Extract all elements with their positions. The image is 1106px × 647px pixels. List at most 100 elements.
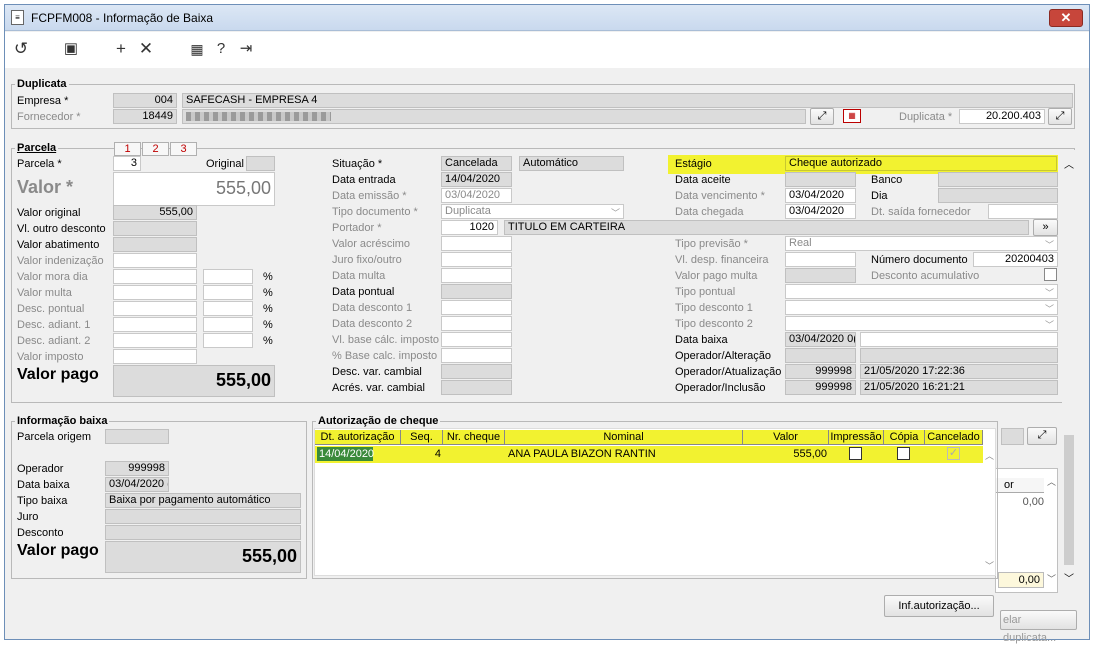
data-desconto1-value[interactable] (441, 300, 512, 315)
behind-lookup-button[interactable]: ⤢ (1027, 427, 1057, 445)
col-header-nominal[interactable]: Nominal (505, 430, 743, 445)
fornecedor-code[interactable]: 18449 (113, 109, 177, 124)
data-aceite-label: Data aceite (675, 174, 731, 186)
data-vencimento-value[interactable]: 03/04/2020 (785, 188, 856, 203)
tab-parcela-3[interactable]: 3 (170, 142, 197, 156)
more-icon: » (1042, 221, 1049, 233)
close-window-button[interactable]: ✕ (1049, 9, 1083, 27)
tipo-previsao-select[interactable]: Real ﹀ (785, 236, 1058, 251)
col-label: Nominal (603, 431, 644, 443)
scroll-thumb[interactable] (1064, 435, 1074, 565)
portador-code[interactable]: 1020 (441, 220, 498, 235)
desc-adiant2-pct[interactable] (203, 333, 253, 348)
behind-panel: or 0,00 0,00 ︿ ﹀ (995, 468, 1058, 593)
col-header-impressao[interactable]: Impressão (829, 430, 884, 445)
desc-adiant1-pct[interactable] (203, 317, 253, 332)
save-icon[interactable]: ▣ (61, 40, 81, 58)
duplicata-value[interactable]: 20.200.403 (959, 109, 1045, 124)
scroll-up-icon[interactable]: ︿ (1064, 156, 1074, 171)
col-header-nr-cheque[interactable]: Nr. cheque (443, 430, 505, 445)
calendar-icon[interactable]: ▦ (187, 40, 207, 58)
cancelar-duplicata-button[interactable]: elar duplicata... (1000, 610, 1077, 644)
calendar-red-icon[interactable]: ▦ (843, 109, 861, 123)
duplicata-lookup-button[interactable]: ⤢ (1048, 108, 1072, 125)
data-chegada-value[interactable]: 03/04/2020 (785, 204, 856, 219)
tab-parcela-2[interactable]: 2 (142, 142, 169, 156)
parcela-value[interactable]: 3 (113, 156, 141, 171)
data-entrada-label: Data entrada (332, 174, 396, 186)
scroll-down-icon[interactable]: ﹀ (1064, 570, 1074, 585)
undo-icon[interactable]: ↺ (11, 40, 31, 58)
inf-autorizacao-button[interactable]: Inf.autorização... (884, 595, 994, 617)
desconto-label: Desconto (17, 527, 64, 539)
behind-scroll-up-icon[interactable]: ︿ (1047, 475, 1056, 488)
valor-value[interactable]: 555,00 (113, 172, 275, 206)
fornecedor-lookup-button[interactable]: ⤢ (810, 108, 834, 125)
valor-mora-dia-pct[interactable] (203, 269, 253, 284)
tipo-documento-value: Duplicata (445, 205, 491, 217)
close-icon[interactable]: ✕ (136, 40, 156, 58)
cell-dt-autorizacao[interactable]: 14/04/2020 (317, 447, 374, 461)
pct-base-calc-value[interactable] (441, 348, 512, 363)
valor-multa-label: Valor multa (17, 287, 72, 299)
tipo-desconto2-label: Tipo desconto 2 (675, 318, 753, 330)
form-scrollbar[interactable]: ︿ ﹀ (1062, 150, 1076, 590)
chevron-down-icon: ﹀ (1044, 288, 1054, 298)
tab-parcela-1[interactable]: 1 (114, 142, 141, 156)
vl-desp-financeira-value[interactable] (785, 252, 856, 267)
valor-multa-value[interactable] (113, 285, 197, 300)
help-icon[interactable]: ? (211, 40, 231, 58)
original-value (246, 156, 275, 171)
col-header-cancelado[interactable]: Cancelado (925, 430, 983, 445)
copia-checkbox[interactable] (897, 447, 910, 460)
impressao-checkbox[interactable] (849, 447, 862, 460)
vl-desp-financeira-label: Vl. desp. financeira (675, 254, 769, 266)
tipo-pontual-select[interactable]: ﹀ (785, 284, 1058, 299)
behind-scroll-down-icon[interactable]: ﹀ (1047, 572, 1056, 585)
col-header-seq[interactable]: Seq. (401, 430, 443, 445)
desc-adiant1-value[interactable] (113, 317, 197, 332)
exit-icon[interactable]: ⇥ (236, 40, 256, 58)
data-multa-value[interactable] (441, 268, 512, 283)
desc-pontual-pct[interactable] (203, 301, 253, 316)
vl-base-calc-value[interactable] (441, 332, 512, 347)
dia-label: Dia (871, 190, 888, 202)
valor-imposto-value[interactable] (113, 349, 197, 364)
valor-indenizacao-value[interactable] (113, 253, 197, 268)
acres-var-cambial-value (441, 380, 512, 395)
dt-saida-fornecedor-label: Dt. saída fornecedor (871, 206, 971, 218)
col-header-copia[interactable]: Cópia (884, 430, 925, 445)
desc-adiant2-value[interactable] (113, 333, 197, 348)
valor-multa-pct[interactable] (203, 285, 253, 300)
table-scroll-down-icon[interactable]: ﹀ (985, 559, 994, 572)
valor-mora-dia-value[interactable] (113, 269, 197, 284)
col-label: Impressão (830, 431, 882, 443)
valor-acrescimo-value[interactable] (441, 236, 512, 251)
behind-field (1001, 428, 1024, 445)
juro-fixo-value[interactable] (441, 252, 512, 267)
dt-saida-fornecedor-value[interactable] (988, 204, 1058, 219)
parcela-origem-value (105, 429, 169, 444)
empresa-label: Empresa * (17, 95, 69, 107)
col-header-dt-autorizacao[interactable]: Dt. autorização (315, 430, 401, 445)
numero-documento-value[interactable]: 20200403 (973, 252, 1058, 267)
table-row[interactable]: 14/04/2020 4 ANA PAULA BIAZON RANTIN 555… (315, 446, 983, 463)
plus-icon[interactable]: + (111, 40, 131, 58)
desc-pontual-value[interactable] (113, 301, 197, 316)
operador-alteracao-code (785, 348, 856, 363)
desconto-acumulativo-checkbox[interactable] (1044, 268, 1057, 281)
data-emissao-value[interactable]: 03/04/2020 (441, 188, 512, 203)
tipo-desconto2-select[interactable]: ﹀ (785, 316, 1058, 331)
tipo-desconto1-select[interactable]: ﹀ (785, 300, 1058, 315)
valor-label: Valor * (17, 177, 74, 197)
vl-outro-desconto-value (113, 221, 197, 236)
data-desconto2-value[interactable] (441, 316, 512, 331)
col-header-valor[interactable]: Valor (743, 430, 829, 445)
tipo-documento-select[interactable]: Duplicata ﹀ (441, 204, 624, 219)
table-scroll-up-icon[interactable]: ︿ (985, 449, 994, 462)
app-icon: ≡ (11, 10, 24, 25)
operador-value: 999998 (105, 461, 169, 476)
data-vencimento-label: Data vencimento * (675, 190, 765, 202)
portador-more-button[interactable]: » (1033, 219, 1058, 236)
operador-atualizacao-label: Operador/Atualização (675, 366, 782, 378)
